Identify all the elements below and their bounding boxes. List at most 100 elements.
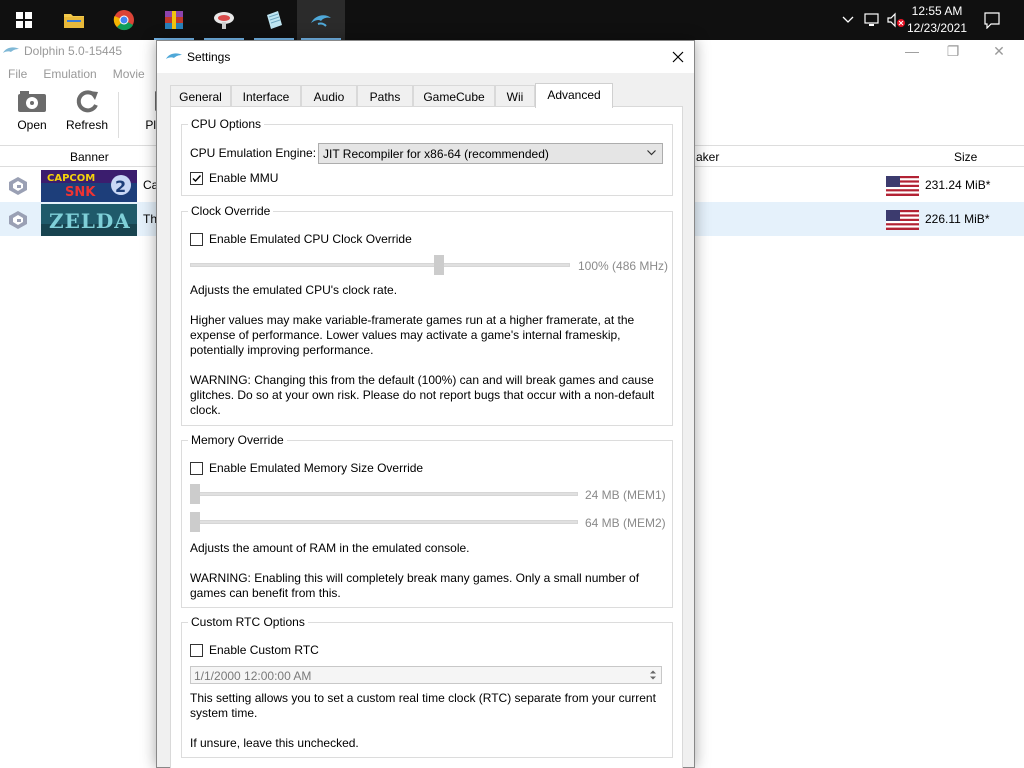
menu-movie[interactable]: Movie <box>105 64 153 84</box>
taskbar-dolphin[interactable] <box>297 0 345 40</box>
maximize-button[interactable]: ❐ <box>930 40 976 62</box>
game-banner-capcom-snk: CAPCOMSNK 2 <box>41 170 137 202</box>
tray-network[interactable] <box>860 0 884 40</box>
column-banner[interactable]: Banner <box>70 150 109 164</box>
close-button[interactable]: ✕ <box>976 40 1022 62</box>
clock-slider-thumb[interactable] <box>434 255 445 275</box>
usa-flag-icon <box>886 176 919 196</box>
memory-override-group: Memory Override Enable Emulated Memory S… <box>181 433 673 608</box>
mem2-slider-value: 64 MB (MEM2) <box>585 516 666 530</box>
taskbar-chrome[interactable] <box>100 0 148 40</box>
taskbar: 12:55 AM 12/23/2021 <box>0 0 1024 40</box>
memory-warning-line: WARNING: Enabling this will completely b… <box>190 571 640 585</box>
tab-interface[interactable]: Interface <box>231 85 301 107</box>
chrome-icon <box>113 10 134 31</box>
menu-emulation[interactable]: Emulation <box>35 64 104 84</box>
refresh-icon <box>76 90 98 113</box>
clock-slider-track[interactable] <box>190 263 570 267</box>
cpu-engine-value: JIT Recompiler for x86-64 (recommended) <box>323 147 549 161</box>
main-menu-bar: File Emulation Movie <box>0 64 153 84</box>
clock-override-checkbox[interactable] <box>190 233 203 246</box>
settings-title: Settings <box>187 50 231 64</box>
clock-desc-1: Adjusts the emulated CPU's clock rate. <box>190 283 398 297</box>
refresh-label: Refresh <box>65 118 109 132</box>
enable-mmu-checkbox[interactable] <box>190 172 203 185</box>
chevron-down-icon <box>647 150 656 156</box>
tab-advanced[interactable]: Advanced <box>535 83 613 108</box>
menu-file[interactable]: File <box>0 64 35 84</box>
custom-rtc-group: Custom RTC Options Enable Custom RTC 1/1… <box>181 615 673 758</box>
refresh-button[interactable]: Refresh <box>57 88 117 144</box>
custom-rtc-hint: If unsure, leave this unchecked. <box>190 736 359 750</box>
memory-override-title: Memory Override <box>188 433 287 447</box>
game-name: Th <box>143 212 158 226</box>
custom-rtc-desc-line: system time. <box>190 706 258 720</box>
disc-open-icon <box>18 91 46 112</box>
clock-slider-value: 100% (486 MHz) <box>578 259 669 273</box>
svg-text:SNK: SNK <box>65 185 96 200</box>
tab-general[interactable]: General <box>170 85 231 107</box>
custom-rtc-datetime-value: 1/1/2000 12:00:00 AM <box>194 669 312 683</box>
dolphin-app-icon <box>166 53 182 59</box>
clock-desc-2-line: expense of performance. Lower values may… <box>190 328 621 342</box>
tab-gamecube[interactable]: GameCube <box>413 85 495 107</box>
custom-rtc-checkbox[interactable] <box>190 644 203 657</box>
main-window-title: Dolphin 5.0-15445 <box>24 44 123 58</box>
clock-warning-line: glitches. Do so at your own risk. Please… <box>190 388 655 402</box>
folder-icon <box>64 14 84 28</box>
tray-overflow-chevron[interactable] <box>838 0 858 40</box>
settings-dialog: Settings General Interface Audio Paths G… <box>156 40 695 768</box>
start-button[interactable] <box>0 0 48 40</box>
clock-override-group: Clock Override Enable Emulated CPU Clock… <box>181 204 673 426</box>
toolbar-separator <box>118 92 119 138</box>
game-size: 226.11 MiB* <box>925 212 990 226</box>
clock-warning: WARNING: Changing this from the default … <box>190 373 668 418</box>
minimize-button[interactable]: — <box>889 40 935 62</box>
mem2-slider-track[interactable] <box>190 520 578 524</box>
taskbar-app-notes[interactable] <box>250 0 298 40</box>
clock-override-label: Enable Emulated CPU Clock Override <box>209 232 412 246</box>
network-icon <box>864 13 879 26</box>
svg-text:ZELDA: ZELDA <box>49 209 131 233</box>
memory-override-label: Enable Emulated Memory Size Override <box>209 461 424 475</box>
memory-warning-line: games can benefit from this. <box>190 586 341 600</box>
settings-close-button[interactable] <box>662 41 694 73</box>
windows-logo-icon <box>16 12 32 28</box>
taskbar-clock[interactable]: 12:55 AM 12/23/2021 <box>902 3 972 37</box>
clock-desc-2-line: potentially improving performance. <box>190 343 374 357</box>
open-button[interactable]: Open <box>2 88 62 144</box>
column-maker[interactable]: aker <box>696 150 719 164</box>
spinner-arrows-icon[interactable] <box>647 668 659 682</box>
tab-audio[interactable]: Audio <box>301 85 357 107</box>
taskbar-winrar[interactable] <box>150 0 198 40</box>
custom-rtc-desc: This setting allows you to set a custom … <box>190 691 668 721</box>
checkmark-icon <box>192 175 202 183</box>
clock-warning-line: WARNING: Changing this from the default … <box>190 373 654 387</box>
clock-date: 12/23/2021 <box>906 21 968 35</box>
game-banner-zelda: ZELDA <box>41 204 137 236</box>
cpu-engine-label: CPU Emulation Engine: <box>190 146 317 160</box>
open-label: Open <box>17 118 47 132</box>
custom-rtc-datetime-input[interactable]: 1/1/2000 12:00:00 AM <box>190 666 662 684</box>
mem1-slider-track[interactable] <box>190 492 578 496</box>
clock-desc-2-line: Higher values may make variable-framerat… <box>190 313 635 327</box>
action-center-button[interactable] <box>978 0 1006 40</box>
taskbar-file-explorer[interactable] <box>50 0 98 40</box>
custom-rtc-label: Enable Custom RTC <box>209 643 319 657</box>
mem1-slider-value: 24 MB (MEM1) <box>585 488 666 502</box>
settings-title-bar: Settings <box>157 41 694 73</box>
mem2-slider-thumb[interactable] <box>190 512 200 532</box>
custom-rtc-desc-line: This setting allows you to set a custom … <box>190 691 656 705</box>
tab-paths[interactable]: Paths <box>357 85 413 107</box>
tab-wii[interactable]: Wii <box>495 85 535 107</box>
memory-desc-1: Adjusts the amount of RAM in the emulate… <box>190 541 470 555</box>
dolphin-icon <box>311 15 331 27</box>
mem1-slider-thumb[interactable] <box>190 484 200 504</box>
column-size[interactable]: Size <box>954 150 977 164</box>
cpu-engine-select[interactable]: JIT Recompiler for x86-64 (recommended) <box>318 143 663 164</box>
svg-text:2: 2 <box>115 177 126 196</box>
memory-override-checkbox[interactable] <box>190 462 203 475</box>
cpu-options-title: CPU Options <box>188 117 265 131</box>
taskbar-app-mushroom[interactable] <box>200 0 248 40</box>
dolphin-app-icon <box>3 47 19 53</box>
